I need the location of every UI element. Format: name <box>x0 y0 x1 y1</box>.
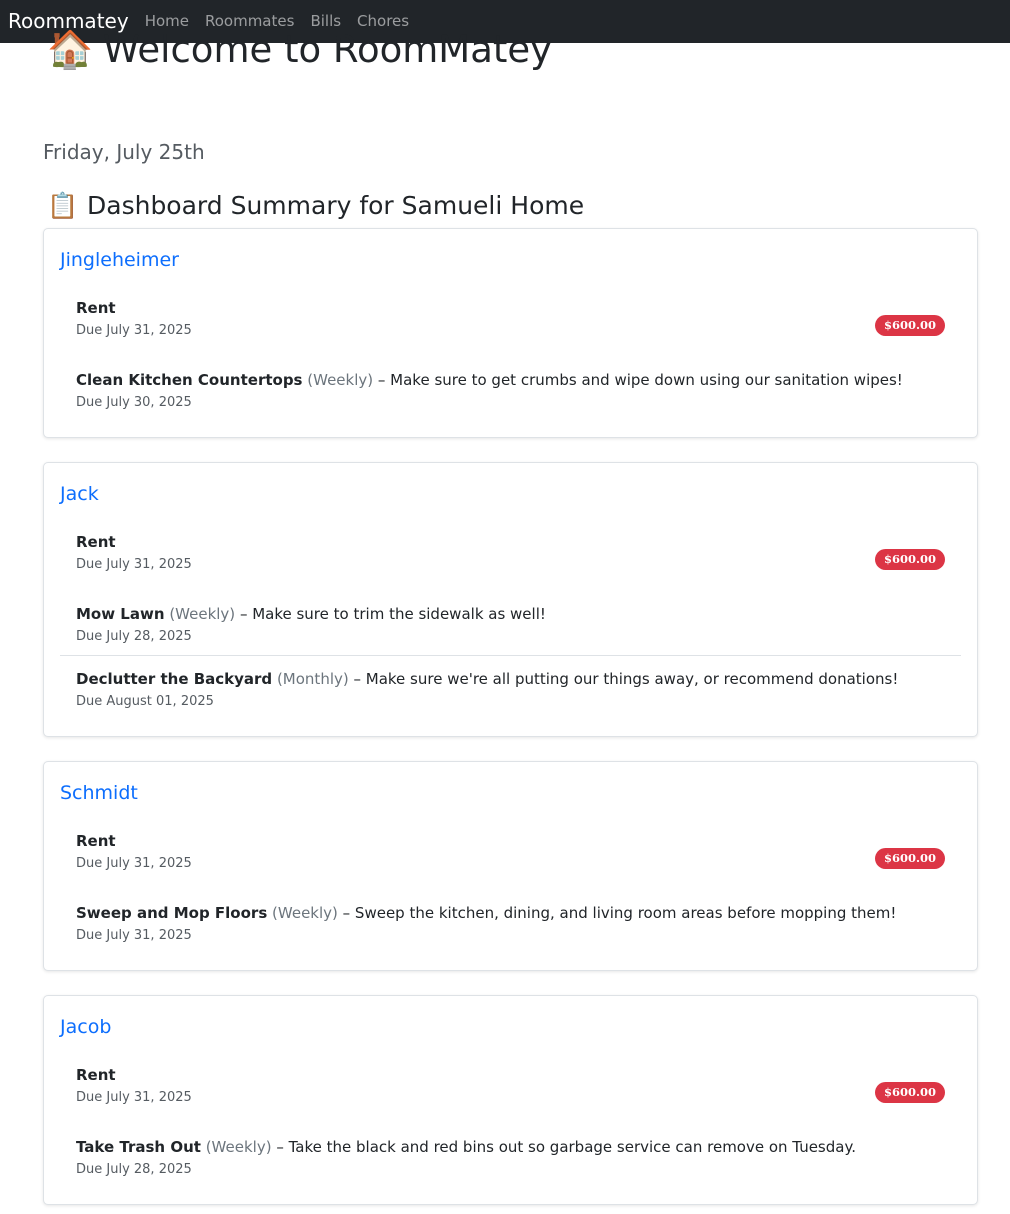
roommate-name-link[interactable]: Jacob <box>60 1015 111 1039</box>
bill-item: Rent Due July 31, 2025 $600.00 <box>76 831 945 872</box>
bill-amount-badge: $600.00 <box>874 549 945 570</box>
chore-description: – Make sure to get crumbs and wipe down … <box>373 371 903 389</box>
chore-title: Sweep and Mop Floors <box>76 904 268 922</box>
roommate-card: Jingleheimer Rent Due July 31, 2025 $600… <box>43 228 978 438</box>
chore-title: Declutter the Backyard <box>76 670 273 688</box>
dashboard-summary-heading: 📋 Dashboard Summary for Samueli Home <box>47 189 584 223</box>
page-title: 🏠 Welcome to RoomMatey <box>47 28 552 72</box>
chore-item: Clean Kitchen Countertops (Weekly) – Mak… <box>76 370 945 411</box>
chore-due-date: Due July 28, 2025 <box>76 1162 192 1177</box>
bill-due-date: Due July 31, 2025 <box>76 856 192 871</box>
chore-item: Mow Lawn (Weekly) – Make sure to trim th… <box>76 604 945 645</box>
chore-title: Clean Kitchen Countertops <box>76 371 303 389</box>
current-date: Friday, July 25th <box>43 140 205 164</box>
bill-item: Rent Due July 31, 2025 $600.00 <box>76 1065 945 1106</box>
item-divider <box>60 655 961 656</box>
chore-due-date: Due July 31, 2025 <box>76 928 192 943</box>
bill-due-date: Due July 31, 2025 <box>76 1090 192 1105</box>
bill-title: Rent <box>76 832 116 850</box>
roommate-card: Jacob Rent Due July 31, 2025 $600.00 Tak… <box>43 995 978 1205</box>
chore-description: – Make sure to trim the sidewalk as well… <box>235 605 546 623</box>
roommate-card: Jack Rent Due July 31, 2025 $600.00 Mow … <box>43 462 978 737</box>
house-icon: 🏠 <box>47 28 94 71</box>
bill-amount-badge: $600.00 <box>874 315 945 336</box>
clipboard-icon: 📋 <box>47 191 79 220</box>
page-title-text: Welcome to RoomMatey <box>103 28 553 71</box>
bill-title: Rent <box>76 1066 116 1084</box>
chore-frequency: (Weekly) <box>169 605 236 623</box>
chore-description: – Take the black and red bins out so gar… <box>271 1138 856 1156</box>
chore-frequency: (Monthly) <box>276 670 349 688</box>
roommate-name-link[interactable]: Schmidt <box>60 781 138 805</box>
bill-amount-badge: $600.00 <box>874 848 945 869</box>
chore-description: – Make sure we're all putting our things… <box>348 670 899 688</box>
bill-due-date: Due July 31, 2025 <box>76 323 192 338</box>
chore-frequency: (Weekly) <box>307 371 374 389</box>
chore-item: Take Trash Out (Weekly) – Take the black… <box>76 1137 945 1178</box>
chore-item: Declutter the Backyard (Monthly) – Make … <box>76 669 945 710</box>
roommate-name-link[interactable]: Jack <box>60 482 99 506</box>
dashboard-summary-title: Dashboard Summary for Samueli Home <box>87 191 585 220</box>
chore-frequency: (Weekly) <box>272 904 338 922</box>
chore-due-date: Due July 30, 2025 <box>76 395 192 410</box>
bill-item: Rent Due July 31, 2025 $600.00 <box>76 532 945 573</box>
roommate-name-link[interactable]: Jingleheimer <box>60 248 179 272</box>
chore-frequency: (Weekly) <box>205 1138 272 1156</box>
bill-title: Rent <box>76 299 116 317</box>
bill-item: Rent Due July 31, 2025 $600.00 <box>76 298 945 339</box>
chore-description: – Sweep the kitchen, dining, and living … <box>337 904 897 922</box>
bill-title: Rent <box>76 533 116 551</box>
chore-due-date: Due July 28, 2025 <box>76 629 192 644</box>
chore-title: Take Trash Out <box>76 1138 201 1156</box>
bill-due-date: Due July 31, 2025 <box>76 557 192 572</box>
chore-due-date: Due August 01, 2025 <box>76 694 214 709</box>
chore-item: Sweep and Mop Floors (Weekly) – Sweep th… <box>76 903 945 944</box>
chore-title: Mow Lawn <box>76 605 165 623</box>
roommate-card: Schmidt Rent Due July 31, 2025 $600.00 S… <box>43 761 978 971</box>
bill-amount-badge: $600.00 <box>874 1082 945 1103</box>
